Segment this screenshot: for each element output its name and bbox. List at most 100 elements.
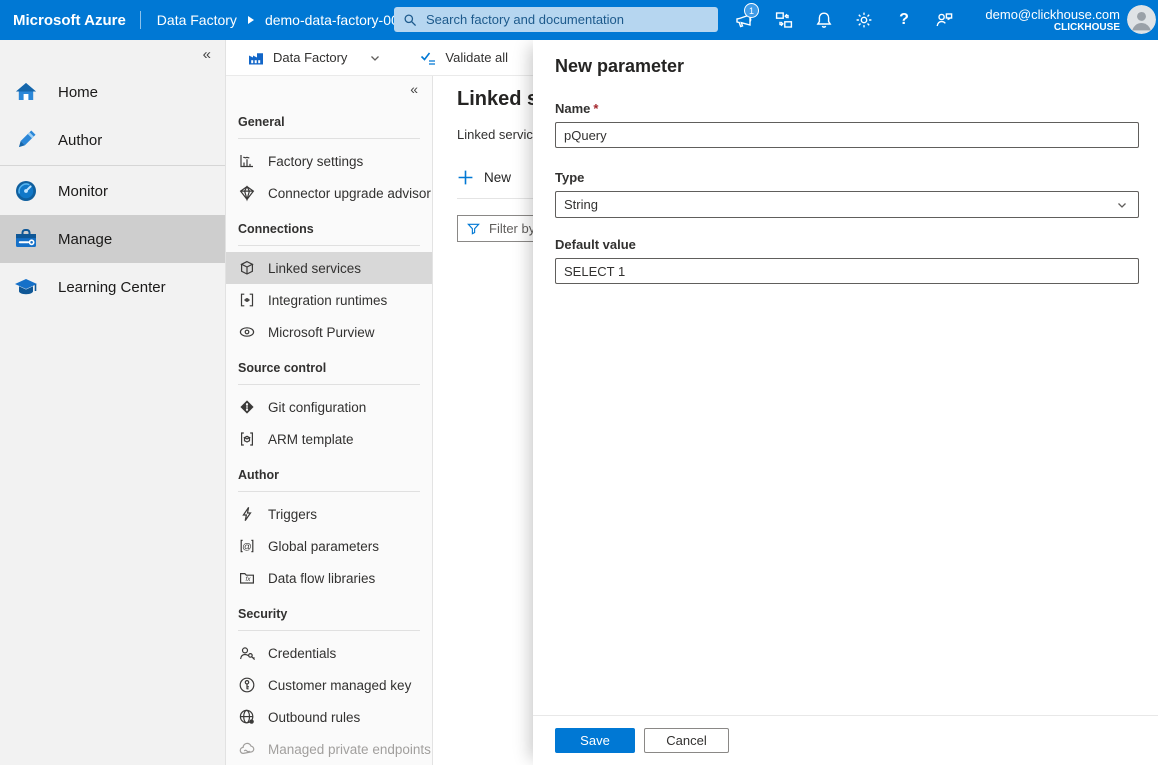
topbar-divider — [140, 11, 141, 29]
notifications-button[interactable] — [804, 0, 844, 40]
git-icon — [238, 398, 256, 416]
nav-divider — [0, 165, 225, 166]
sidebar-item-managed-private-endpoints[interactable]: Managed private endpoints — [226, 733, 432, 765]
azure-brand[interactable]: Microsoft Azure — [13, 12, 126, 29]
funnel-icon — [466, 221, 481, 236]
account-info[interactable]: demo@clickhouse.com CLICKHOUSE — [985, 0, 1120, 40]
type-select[interactable]: String — [555, 191, 1139, 218]
manage-sidebar: « General Factory settings Connector upg… — [226, 76, 433, 765]
arm-template-icon — [238, 430, 256, 448]
sidebar-item-credentials[interactable]: Credentials — [226, 637, 432, 669]
section-divider — [238, 138, 420, 139]
name-label: Name* — [555, 101, 1139, 116]
nav-label: Monitor — [58, 183, 108, 200]
type-label: Type — [555, 170, 1139, 185]
sidebar-item-outbound-rules[interactable]: Outbound rules — [226, 701, 432, 733]
nav-label: Author — [58, 132, 102, 149]
factory-menu-label: Data Factory — [273, 50, 347, 65]
nav-item-monitor[interactable]: Monitor — [0, 167, 225, 215]
global-search[interactable] — [394, 7, 718, 32]
nav-item-learning-center[interactable]: Learning Center — [0, 263, 225, 311]
key-circle-icon — [238, 676, 256, 694]
cancel-button[interactable]: Cancel — [644, 728, 729, 753]
nav-label: Manage — [58, 231, 112, 248]
factory-menu-button[interactable]: Data Factory — [247, 49, 381, 67]
required-asterisk: * — [593, 101, 598, 116]
bell-icon — [814, 10, 834, 30]
avatar[interactable] — [1127, 5, 1156, 34]
lightning-icon — [238, 505, 256, 523]
globe-icon — [238, 708, 256, 726]
section-header-security: Security — [226, 594, 432, 622]
sidebar-item-git-configuration[interactable]: Git configuration — [226, 391, 432, 423]
svg-text:fx: fx — [245, 576, 251, 583]
toolbox-icon — [13, 226, 39, 252]
directory-switch-icon — [774, 10, 794, 30]
chevron-down-icon — [369, 52, 381, 64]
nav-label: Learning Center — [58, 279, 166, 296]
help-button[interactable]: ? — [884, 0, 924, 40]
validate-all-label: Validate all — [445, 50, 508, 65]
breadcrumb-app[interactable]: Data Factory — [157, 12, 237, 28]
default-value-label: Default value — [555, 237, 1139, 252]
chevron-down-icon — [1116, 199, 1128, 211]
gauge-icon — [13, 178, 39, 204]
gear-icon — [854, 10, 874, 30]
left-nav-collapse-button[interactable]: « — [0, 40, 225, 68]
section-divider — [238, 630, 420, 631]
section-header-general: General — [226, 102, 432, 130]
account-tenant: CLICKHOUSE — [1054, 22, 1120, 34]
announcements-button[interactable]: 1 — [724, 0, 764, 40]
sidebar-item-factory-settings[interactable]: Factory settings — [226, 145, 432, 177]
switch-directory-button[interactable] — [764, 0, 804, 40]
breadcrumb-factory[interactable]: demo-data-factory-00 — [265, 12, 407, 28]
sidebar-item-triggers[interactable]: Triggers — [226, 498, 432, 530]
sidebar-item-arm-template[interactable]: ARM template — [226, 423, 432, 455]
sidebar-item-data-flow-libraries[interactable]: fx Data flow libraries — [226, 562, 432, 594]
left-nav: « Home Author Monitor Manage Learning Ce… — [0, 40, 226, 765]
feedback-button[interactable] — [924, 0, 964, 40]
data-factory-icon — [247, 49, 265, 67]
account-email: demo@clickhouse.com — [985, 7, 1120, 22]
nav-label: Home — [58, 84, 98, 101]
collapse-chevrons-icon: « — [203, 46, 211, 63]
new-parameter-panel: New parameter Name* Type String Default … — [533, 40, 1158, 765]
sidebar-item-connector-upgrade-advisor[interactable]: Connector upgrade advisor — [226, 177, 432, 209]
panel-title: New parameter — [555, 56, 1139, 77]
nav-item-manage[interactable]: Manage — [0, 215, 225, 263]
default-value-field[interactable] — [555, 258, 1139, 284]
top-bar: Microsoft Azure Data Factory demo-data-f… — [0, 0, 1158, 40]
svg-text:@: @ — [242, 541, 252, 552]
validate-icon — [419, 49, 437, 67]
section-header-connections: Connections — [226, 209, 432, 237]
settings-button[interactable] — [844, 0, 884, 40]
nav-item-home[interactable]: Home — [0, 68, 225, 116]
search-input[interactable] — [426, 12, 710, 27]
folder-fx-icon: fx — [238, 569, 256, 587]
pencil-icon — [13, 127, 39, 153]
notification-badge: 1 — [744, 3, 759, 18]
section-divider — [238, 245, 420, 246]
cloud-icon — [238, 740, 256, 758]
sidebar-item-microsoft-purview[interactable]: Microsoft Purview — [226, 316, 432, 348]
eye-icon — [238, 323, 256, 341]
name-field[interactable] — [555, 122, 1139, 148]
feedback-icon — [934, 10, 954, 30]
section-divider — [238, 491, 420, 492]
save-button[interactable]: Save — [555, 728, 635, 753]
sidebar-item-linked-services[interactable]: Linked services — [226, 252, 432, 284]
topbar-icons: 1 ? — [724, 0, 964, 40]
at-brackets-icon: @ — [238, 537, 256, 555]
validate-all-button[interactable]: Validate all — [419, 49, 508, 67]
linked-services-icon — [238, 259, 256, 277]
sidebar-item-integration-runtimes[interactable]: Integration runtimes — [226, 284, 432, 316]
sidebar-item-global-parameters[interactable]: @ Global parameters — [226, 530, 432, 562]
manage-sidebar-collapse-button[interactable]: « — [226, 76, 432, 102]
nav-item-author[interactable]: Author — [0, 116, 225, 164]
person-key-icon — [238, 644, 256, 662]
home-icon — [13, 79, 39, 105]
section-header-source-control: Source control — [226, 348, 432, 376]
breadcrumb-chevron-icon — [247, 15, 255, 25]
sidebar-item-customer-managed-key[interactable]: Customer managed key — [226, 669, 432, 701]
search-icon — [402, 12, 418, 28]
